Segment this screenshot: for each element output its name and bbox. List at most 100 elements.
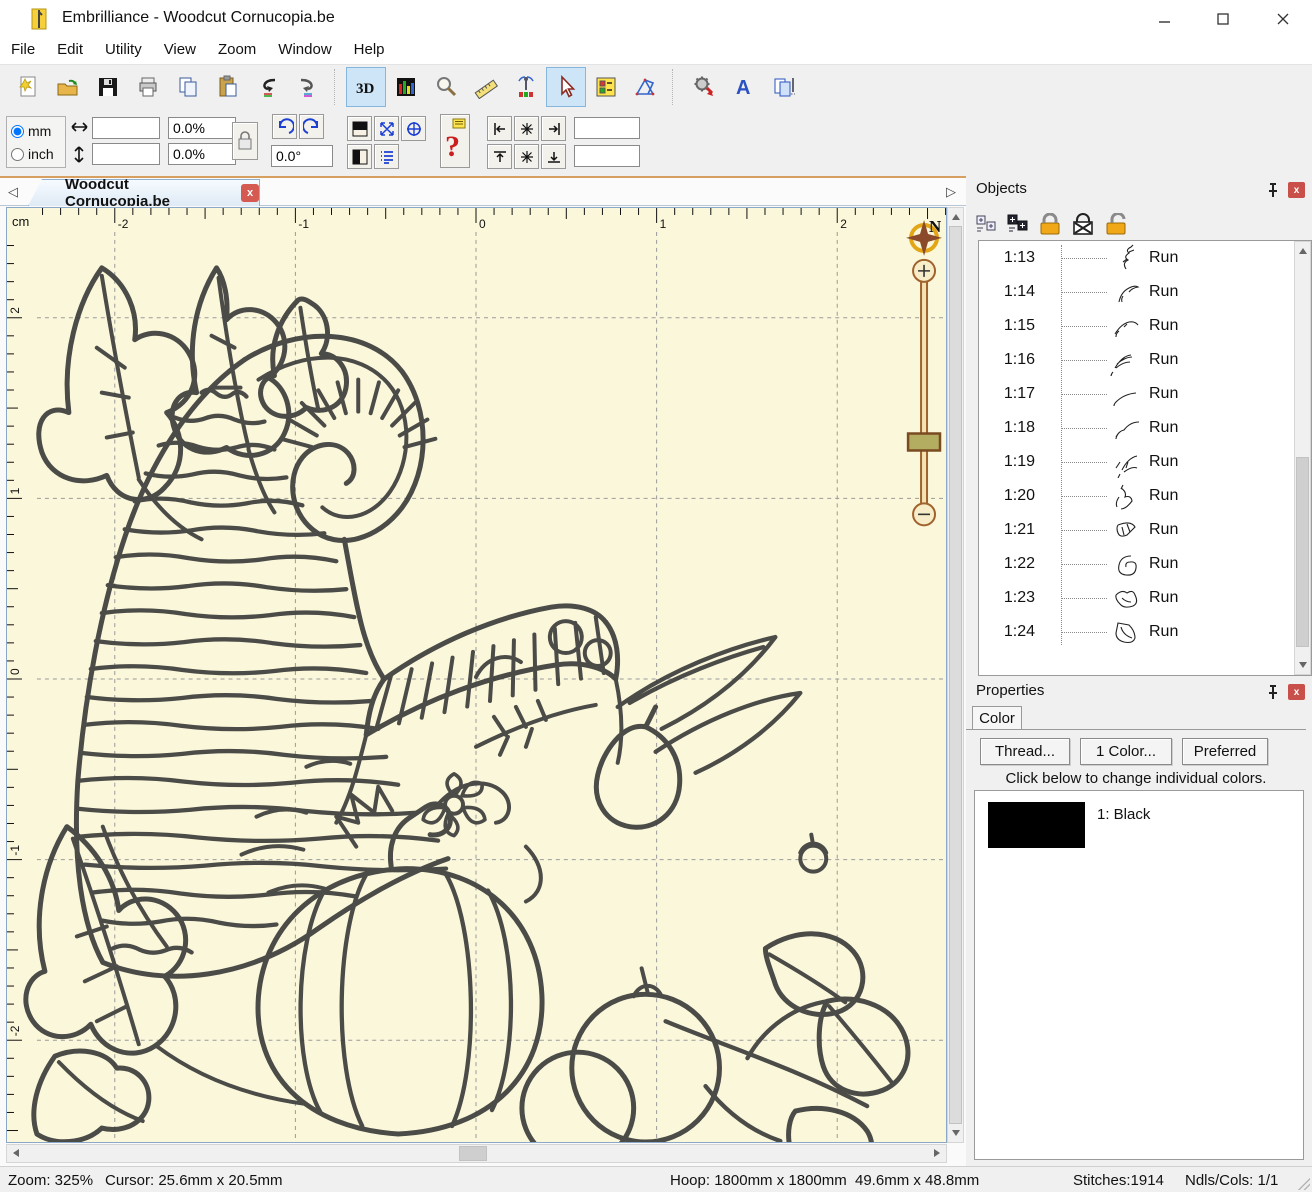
- menu-help[interactable]: Help: [343, 38, 396, 61]
- object-row-1:13[interactable]: 1:13Run: [979, 241, 1311, 275]
- design-canvas[interactable]: -2-1012 210-1-2 cm: [6, 207, 947, 1143]
- canvas-zoom-slider[interactable]: [908, 260, 940, 525]
- preferred-button[interactable]: Preferred: [1182, 738, 1268, 765]
- object-row-1:14[interactable]: 1:14Run: [979, 275, 1311, 309]
- align-top-button[interactable]: [487, 144, 512, 169]
- object-row-1:15[interactable]: 1:15Run: [979, 309, 1311, 343]
- fit-design-button[interactable]: [374, 116, 399, 141]
- unit-inch-radio[interactable]: inch: [11, 143, 65, 165]
- rotate-left-button[interactable]: [272, 114, 297, 139]
- objects-scroll-thumb[interactable]: [1296, 457, 1309, 647]
- one-color-button[interactable]: 1 Color...: [1080, 738, 1172, 765]
- objects-scroll-down-icon[interactable]: [1299, 662, 1307, 668]
- stitch-simulator-button[interactable]: [506, 67, 546, 107]
- thread-button[interactable]: Thread...: [980, 738, 1070, 765]
- design-transfer-button[interactable]: [684, 67, 724, 107]
- color-bars-button[interactable]: [386, 67, 426, 107]
- width-input[interactable]: [92, 117, 160, 139]
- vscroll-thumb[interactable]: [949, 226, 962, 1124]
- merge-design-button[interactable]: [764, 67, 804, 107]
- center-design-button[interactable]: [401, 116, 426, 141]
- canvas-vscrollbar[interactable]: [947, 207, 964, 1143]
- align-bottom-button[interactable]: [541, 144, 566, 169]
- select-pointer-button[interactable]: [546, 67, 586, 107]
- print-button[interactable]: [128, 67, 168, 107]
- menu-utility[interactable]: Utility: [94, 38, 153, 61]
- unit-mm-input[interactable]: [11, 125, 24, 138]
- menu-window[interactable]: Window: [267, 38, 342, 61]
- 3d-view-button[interactable]: 3D: [346, 67, 386, 107]
- lettering-button[interactable]: A: [724, 67, 764, 107]
- scroll-up-icon[interactable]: [952, 214, 960, 220]
- copy-button[interactable]: [168, 67, 208, 107]
- properties-pin-icon[interactable]: [1266, 684, 1280, 700]
- width-percent-input[interactable]: [168, 117, 236, 139]
- properties-close-button[interactable]: x: [1288, 684, 1305, 700]
- lock-hidden-icon[interactable]: [1071, 213, 1095, 235]
- scroll-right-icon[interactable]: [934, 1149, 940, 1157]
- height-input[interactable]: [92, 143, 160, 165]
- maximize-button[interactable]: [1206, 6, 1240, 32]
- stitch-edit-button[interactable]: [626, 67, 666, 107]
- menu-file[interactable]: File: [0, 38, 46, 61]
- object-row-1:21[interactable]: 1:21Run: [979, 513, 1311, 547]
- unit-inch-input[interactable]: [11, 148, 24, 161]
- zoom-slider-thumb[interactable]: [908, 434, 940, 451]
- object-row-1:20[interactable]: 1:20Run: [979, 479, 1311, 513]
- contrast-view-button[interactable]: [347, 116, 372, 141]
- align-center-h-button[interactable]: [514, 116, 539, 141]
- align-center-v-button[interactable]: [514, 144, 539, 169]
- scroll-down-icon[interactable]: [952, 1130, 960, 1136]
- lock-icon[interactable]: [1038, 213, 1062, 235]
- scroll-left-icon[interactable]: [13, 1149, 19, 1157]
- objects-list[interactable]: 1:13Run1:14Run1:15Run1:16Run1:17Run1:18R…: [978, 240, 1312, 676]
- height-percent-input[interactable]: [168, 143, 236, 165]
- measure-button[interactable]: [466, 67, 506, 107]
- help-properties-button[interactable]: ?: [440, 114, 470, 168]
- object-row-1:18[interactable]: 1:18Run: [979, 411, 1311, 445]
- objects-scrollbar[interactable]: [1294, 241, 1311, 675]
- tab-close-button[interactable]: x: [241, 184, 259, 202]
- pin-icon[interactable]: [1266, 182, 1280, 198]
- paste-button[interactable]: [208, 67, 248, 107]
- tab-scroll-right-icon[interactable]: ▷: [946, 184, 956, 200]
- object-row-1:19[interactable]: 1:19Run: [979, 445, 1311, 479]
- y-position-input[interactable]: [574, 145, 640, 167]
- tab-woodcut-cornucopia[interactable]: Woodcut Cornucopia.be x: [28, 179, 260, 206]
- new-button[interactable]: [8, 67, 48, 107]
- object-properties-button[interactable]: [586, 67, 626, 107]
- open-button[interactable]: [48, 67, 88, 107]
- unlock-icon[interactable]: [1104, 213, 1130, 235]
- minimize-button[interactable]: [1148, 6, 1182, 32]
- menu-edit[interactable]: Edit: [46, 38, 94, 61]
- hscroll-thumb[interactable]: [459, 1146, 487, 1161]
- tab-scroll-left-icon[interactable]: ◁: [8, 184, 18, 200]
- align-left-button[interactable]: [487, 116, 512, 141]
- redo-button[interactable]: [288, 67, 328, 107]
- objects-scroll-up-icon[interactable]: [1299, 248, 1307, 254]
- menu-view[interactable]: View: [153, 38, 207, 61]
- half-view-button[interactable]: [347, 144, 372, 169]
- color-swatch-black[interactable]: [988, 802, 1085, 848]
- canvas-hscrollbar[interactable]: [6, 1144, 947, 1163]
- undo-button[interactable]: [248, 67, 288, 107]
- angle-input[interactable]: [271, 145, 333, 167]
- object-row-1:23[interactable]: 1:23Run: [979, 581, 1311, 615]
- zoom-button[interactable]: [426, 67, 466, 107]
- menu-zoom[interactable]: Zoom: [207, 38, 267, 61]
- objects-close-button[interactable]: x: [1288, 182, 1305, 198]
- stitch-list-button[interactable]: [374, 144, 399, 169]
- close-button[interactable]: [1266, 6, 1300, 32]
- lock-aspect-button[interactable]: [232, 122, 258, 160]
- align-right-button[interactable]: [541, 116, 566, 141]
- save-button[interactable]: [88, 67, 128, 107]
- object-row-1:22[interactable]: 1:22Run: [979, 547, 1311, 581]
- x-position-input[interactable]: [574, 117, 640, 139]
- expand-all-icon[interactable]: [976, 214, 998, 234]
- object-row-1:17[interactable]: 1:17Run: [979, 377, 1311, 411]
- unit-mm-radio[interactable]: mm: [11, 120, 65, 142]
- object-row-1:16[interactable]: 1:16Run: [979, 343, 1311, 377]
- collapse-all-icon[interactable]: [1007, 214, 1029, 234]
- object-row-1:24[interactable]: 1:24Run: [979, 615, 1311, 649]
- tab-color[interactable]: Color: [972, 706, 1022, 730]
